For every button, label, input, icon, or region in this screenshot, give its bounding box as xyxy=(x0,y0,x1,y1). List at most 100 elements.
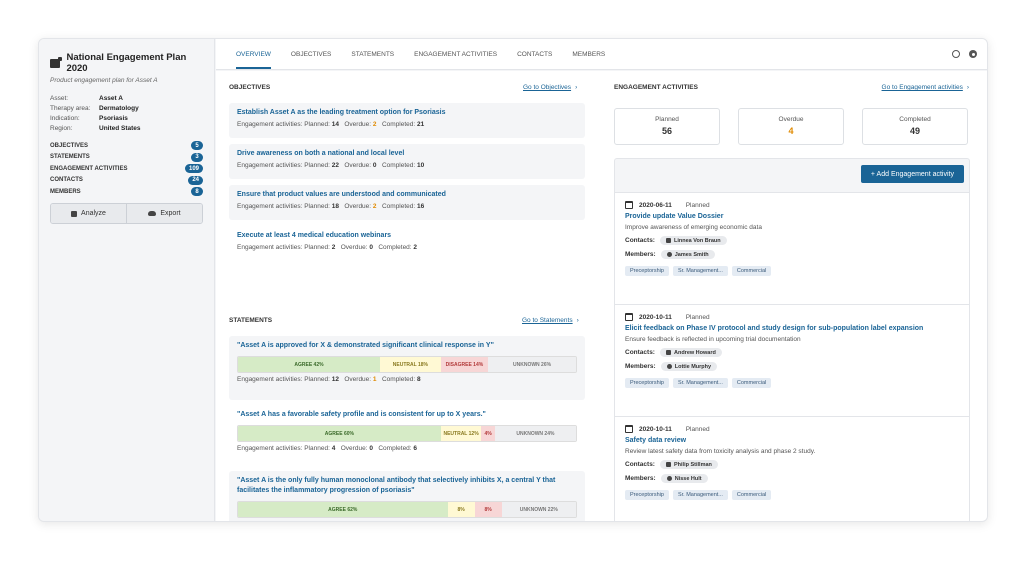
count-statements[interactable]: STATEMENTS 3 xyxy=(50,152,203,162)
activity-title[interactable]: Provide update Value Dossier xyxy=(625,213,959,220)
contact-chip[interactable]: Philip Stillman xyxy=(659,460,718,469)
engagement-panel: ENGAGEMENT ACTIVITIES Go to Engagement a… xyxy=(614,71,987,521)
project-title: National Engagement Plan 2020 xyxy=(66,52,187,74)
count-objectives[interactable]: OBJECTIVES 5 xyxy=(50,141,203,150)
meta-therapy: Therapy area: Dermatology xyxy=(50,105,203,112)
goto-objectives[interactable]: Go to Objectives › xyxy=(523,84,577,91)
action-buttons: Analyze Export xyxy=(50,203,203,224)
kpi-value: 56 xyxy=(661,126,672,136)
goto-statements[interactable]: Go to Statements › xyxy=(522,317,579,324)
stat-label: Engagement activities: xyxy=(237,376,303,383)
statement-title: "Asset A is the only fully human monoclo… xyxy=(237,477,556,494)
history-icon[interactable] xyxy=(952,50,960,58)
overdue-value: 0 xyxy=(369,244,373,251)
objective-card[interactable]: Ensure that product values are understoo… xyxy=(229,185,585,220)
activity-status: Planned xyxy=(685,313,710,321)
completed-value: 2 xyxy=(413,244,418,251)
member-chip[interactable]: Nisse Hult xyxy=(660,474,708,483)
folder-icon xyxy=(50,56,64,68)
member-chip[interactable]: James Smith xyxy=(660,250,715,259)
objective-card[interactable]: Execute at least 4 medical education web… xyxy=(229,226,585,261)
planned-value: 14 xyxy=(331,121,339,128)
overdue-value: 2 xyxy=(372,121,377,128)
stat-label: Overdue: xyxy=(340,244,368,251)
agree-segment: AGREE 62% xyxy=(238,502,448,517)
activity-header: 2020-10-11 Planned xyxy=(625,313,959,321)
export-button[interactable]: Export xyxy=(126,204,202,223)
count-badge: 24 xyxy=(188,175,203,185)
stat-label: Completed: xyxy=(381,376,416,383)
count-members[interactable]: MEMBERS 8 xyxy=(50,187,203,196)
disagree-segment: 8% xyxy=(474,502,502,517)
stat-label: Completed: xyxy=(381,162,416,169)
activity-description: Improve awareness of emerging economic d… xyxy=(625,224,762,231)
statement-card[interactable]: "Asset A has a favorable safety profile … xyxy=(229,405,585,461)
person-icon xyxy=(666,364,672,369)
activity-card[interactable]: 2020-06-11 Planned Provide update Value … xyxy=(614,193,970,305)
activity-title[interactable]: Elicit feedback on Phase IV protocol and… xyxy=(625,325,959,332)
tab-contacts[interactable]: CONTACTS xyxy=(517,51,552,69)
objective-title: Ensure that product values are understoo… xyxy=(237,191,446,198)
app-window: National Engagement Plan 2020 Product en… xyxy=(38,38,988,522)
statement-card[interactable]: "Asset A is approved for X & demonstrate… xyxy=(229,336,585,400)
contacts-label: Contacts: xyxy=(625,349,655,356)
chevron-right-icon: › xyxy=(966,84,969,91)
objective-card[interactable]: Drive awareness on both a national and l… xyxy=(229,144,585,179)
tab-members[interactable]: MEMBERS xyxy=(572,51,605,69)
stat-label: Overdue: xyxy=(344,121,372,128)
meta-key: Region: xyxy=(50,125,73,132)
count-badge: 8 xyxy=(191,187,203,196)
stat-label: Planned: xyxy=(304,445,330,452)
tab-objectives[interactable]: OBJECTIVES xyxy=(291,51,331,69)
activity-title[interactable]: Safety data review xyxy=(625,437,959,444)
activity-description: Review latest safety data from toxicity … xyxy=(625,448,816,455)
completed-value: 10 xyxy=(417,162,425,169)
overdue-value: 0 xyxy=(372,162,377,169)
activity-header: 2020-06-11 Planned xyxy=(625,201,959,209)
chart-icon xyxy=(71,210,78,217)
contact-chip[interactable]: Andrew Howard xyxy=(659,348,722,357)
tag: Preceptorship xyxy=(625,266,669,276)
objective-card[interactable]: Establish Asset A as the leading treatme… xyxy=(229,103,585,138)
members-row: Members: Nisse Hult xyxy=(625,474,959,483)
meta-value: United States xyxy=(99,125,141,132)
analyze-button[interactable]: Analyze xyxy=(51,204,126,223)
member-chip[interactable]: Lottie Murphy xyxy=(660,362,718,371)
count-label: MEMBERS xyxy=(50,188,81,195)
sentiment-bar: AGREE 60% NEUTRAL 12% 4% UNKNOWN 24% xyxy=(237,425,577,442)
tag: Commercial xyxy=(731,266,772,276)
goto-link-text: Go to Engagement activities xyxy=(881,84,963,91)
activity-status: Planned xyxy=(685,425,710,433)
completed-value: 8 xyxy=(417,376,421,383)
meta-key: Therapy area: xyxy=(50,105,91,112)
tab-engagement-activities[interactable]: ENGAGEMENT ACTIVITIES xyxy=(414,51,497,69)
stat-label: Planned: xyxy=(304,521,330,522)
add-engagement-activity-button[interactable]: + Add Engagement activity xyxy=(860,165,964,183)
activity-card[interactable]: 2020-10-11 Planned Safety data review Re… xyxy=(614,417,970,521)
statement-title: "Asset A has a favorable safety profile … xyxy=(237,411,486,418)
tag: Sr. Management... xyxy=(672,378,728,388)
contact-chip[interactable]: Linnea Von Braun xyxy=(659,236,727,245)
gear-icon[interactable] xyxy=(969,50,977,58)
contacts-row: Contacts: Andrew Howard xyxy=(625,348,959,357)
meta-asset: Asset: Asset A xyxy=(50,95,203,102)
count-engagement[interactable]: ENGAGEMENT ACTIVITIES 109 xyxy=(50,164,203,173)
count-label: ENGAGEMENT ACTIVITIES xyxy=(50,165,128,172)
goto-engagement[interactable]: Go to Engagement activities › xyxy=(882,84,969,91)
agree-segment: AGREE 60% xyxy=(238,426,441,441)
count-badge: 3 xyxy=(191,152,203,162)
count-label: OBJECTIVES xyxy=(50,142,89,149)
count-contacts[interactable]: CONTACTS 24 xyxy=(50,175,203,185)
meta-key: Indication: xyxy=(50,115,80,122)
kpi-value: 4 xyxy=(788,126,794,136)
count-badge: 5 xyxy=(191,141,203,150)
tab-overview[interactable]: OVERVIEW xyxy=(236,51,271,69)
contacts-label: Contacts: xyxy=(625,237,655,244)
completed-value: 16 xyxy=(417,203,425,210)
activity-card[interactable]: 2020-10-11 Planned Elicit feedback on Ph… xyxy=(614,305,970,417)
meta-region: Region: United States xyxy=(50,125,203,132)
completed-value: 21 xyxy=(417,121,425,128)
project-title-row: National Engagement Plan 2020 xyxy=(50,52,203,74)
statement-card[interactable]: "Asset A is the only fully human monoclo… xyxy=(229,471,585,522)
tab-statements[interactable]: STATEMENTS xyxy=(351,51,394,69)
